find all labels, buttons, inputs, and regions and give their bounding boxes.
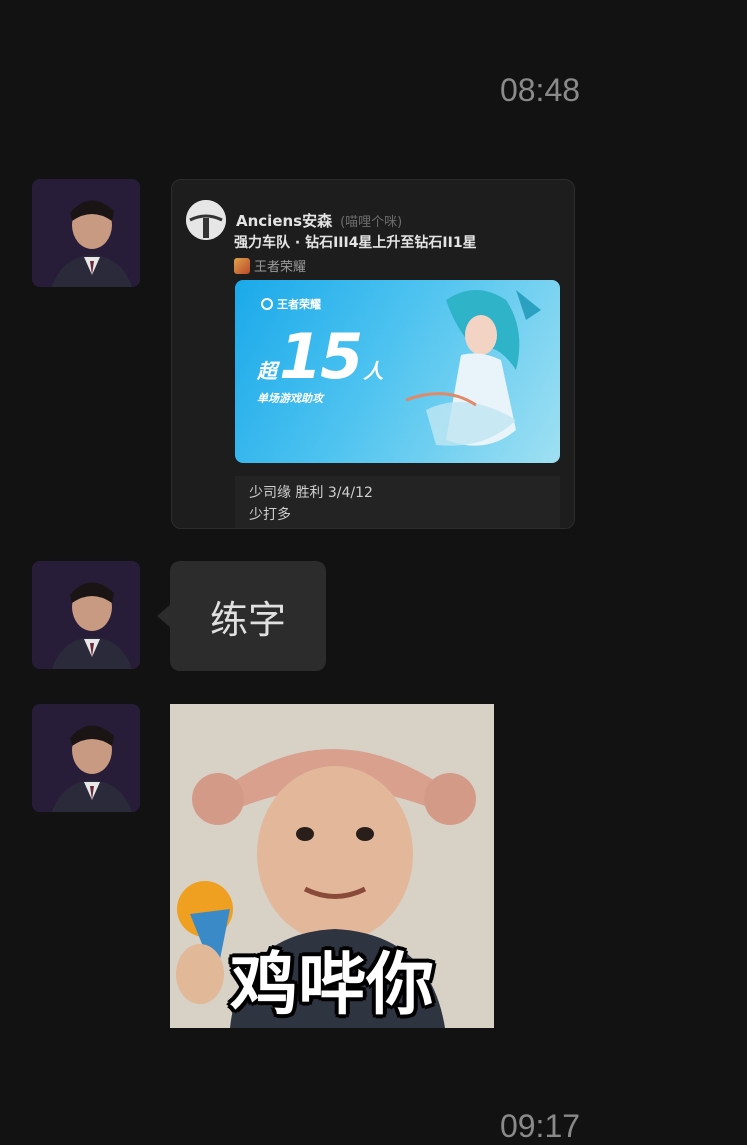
match-result: 少司缘 胜利 3/4/12 [249,485,373,501]
sender-avatar[interactable] [32,561,140,669]
banner-prefix: 超 [257,359,277,383]
game-icon [234,257,250,274]
banner-logo-text: 王者荣耀 [277,298,321,311]
bubble-tail [157,604,171,628]
banner-number: 15 [279,320,363,393]
sticker-caption: 鸡哔你 [229,946,434,1025]
text-message-bubble[interactable]: 练字 [170,561,326,671]
banner-subtitle: 单场游戏助攻 [257,392,323,405]
achievement-banner: 王者荣耀 超 15 人 单场游戏助攻 [235,280,560,463]
hero-illustration [405,290,541,446]
sticker-image[interactable]: 鸡哔你 [170,704,494,1028]
banner-logo: 王者荣耀 [261,296,321,312]
card-author-name: Anciens安森 [236,211,333,230]
logo-icon [261,298,273,310]
match-note: 少打多 [249,507,291,523]
card-game-tag: 王者荣耀 [234,256,306,275]
sender-avatar[interactable] [32,704,140,812]
card-title: 强力车队 · 钻石III4星上升至钻石II1星 [234,235,477,251]
card-author-avatar [186,200,226,240]
card-author-nickname: (喵哩个咪) [340,214,403,230]
sender-avatar[interactable] [32,179,140,287]
card-game-name: 王者荣耀 [254,260,307,275]
shared-game-card[interactable]: Anciens安森 (喵哩个咪) 强力车队 · 钻石III4星上升至钻石II1星… [171,179,575,529]
match-stats: 少司缘 胜利 3/4/12 少打多 [235,476,560,528]
message-timestamp: 08:48 [499,72,581,108]
message-timestamp: 09:17 [499,1108,581,1144]
